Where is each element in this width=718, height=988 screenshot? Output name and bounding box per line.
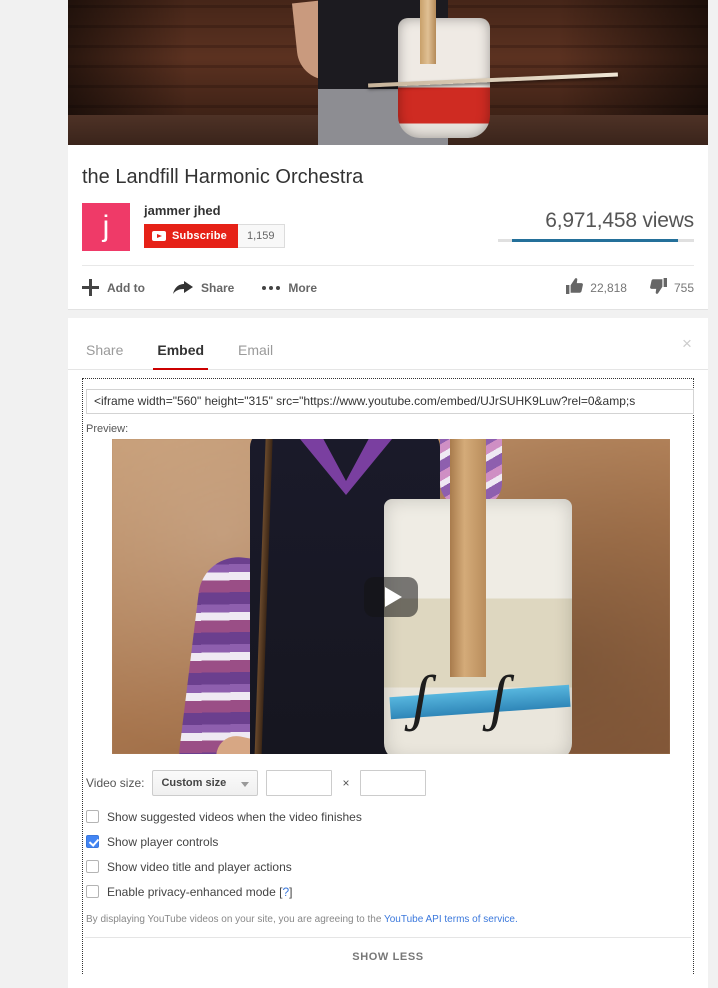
checkbox-show-player-controls[interactable] bbox=[86, 835, 99, 848]
option-label-privacy: Enable privacy-enhanced mode [?] bbox=[107, 884, 293, 899]
subscribe-button[interactable]: Subscribe bbox=[144, 224, 238, 248]
cello-neck bbox=[420, 0, 436, 64]
checkbox-show-suggested-videos[interactable] bbox=[86, 810, 99, 823]
option-label: Show player controls bbox=[107, 834, 219, 849]
checkbox-show-video-title[interactable] bbox=[86, 860, 99, 873]
preview-violin-neck bbox=[450, 439, 486, 677]
option-show-player-controls[interactable]: Show player controls bbox=[86, 829, 691, 854]
next-section-placeholder bbox=[68, 975, 708, 988]
dislike-button[interactable]: 755 bbox=[650, 277, 694, 299]
plus-icon bbox=[82, 279, 99, 296]
preview-f-hole-right: ʃ bbox=[490, 664, 508, 732]
main-column: the Landfill Harmonic Orchestra j jammer… bbox=[68, 0, 708, 976]
option-label: Show video title and player actions bbox=[107, 859, 292, 874]
option-label: Show suggested videos when the video fin… bbox=[107, 809, 362, 824]
subscriber-count[interactable]: 1,159 bbox=[238, 224, 285, 248]
embed-code-input[interactable]: <iframe width="560" height="315" src="ht… bbox=[86, 389, 694, 414]
like-count: 22,818 bbox=[590, 281, 627, 295]
more-dots-icon bbox=[262, 285, 281, 290]
tab-share[interactable]: Share bbox=[82, 336, 127, 370]
more-button[interactable]: More bbox=[262, 281, 317, 295]
views-block: 6,971,458 views bbox=[484, 209, 694, 242]
preview-label: Preview: bbox=[86, 423, 129, 435]
checkbox-privacy-enhanced-mode[interactable] bbox=[86, 885, 99, 898]
width-input[interactable] bbox=[266, 770, 333, 796]
youtube-watch-page: the Landfill Harmonic Orchestra j jammer… bbox=[0, 0, 718, 988]
embed-preview-player[interactable]: ʃ ʃ bbox=[112, 439, 670, 754]
tos-link[interactable]: YouTube API terms of service. bbox=[384, 914, 518, 925]
option-show-suggested-videos[interactable]: Show suggested videos when the video fin… bbox=[86, 804, 691, 829]
terms-of-service-text: By displaying YouTube videos on your sit… bbox=[86, 914, 691, 925]
page-title: the Landfill Harmonic Orchestra bbox=[82, 166, 364, 188]
video-size-row: Video size: Custom size × bbox=[86, 770, 691, 796]
video-size-label: Video size: bbox=[86, 776, 145, 790]
dislike-count: 755 bbox=[673, 281, 694, 295]
rating-group: 22,818 755 bbox=[550, 266, 694, 310]
embed-options-list: Show suggested videos when the video fin… bbox=[86, 804, 691, 904]
action-bar: Add to Share More 22,818 755 bbox=[82, 265, 694, 309]
share-button[interactable]: Share bbox=[173, 280, 235, 295]
close-icon[interactable]: × bbox=[678, 334, 696, 352]
option-show-video-title[interactable]: Show video title and player actions bbox=[86, 854, 691, 879]
play-button-icon[interactable] bbox=[364, 576, 418, 617]
option-privacy-enhanced-mode[interactable]: Enable privacy-enhanced mode [?] bbox=[86, 879, 691, 904]
tab-embed[interactable]: Embed bbox=[153, 336, 209, 370]
like-ratio-bar bbox=[498, 239, 694, 242]
video-size-selected: Custom size bbox=[161, 777, 227, 789]
view-count: 6,971,458 views bbox=[545, 209, 694, 232]
owner-info: jammer jhed Subscribe 1,159 bbox=[144, 203, 285, 248]
avatar[interactable]: j bbox=[82, 203, 130, 251]
add-to-label: Add to bbox=[107, 280, 145, 295]
like-button[interactable]: 22,818 bbox=[566, 277, 627, 299]
share-label: Share bbox=[201, 280, 235, 295]
show-less-button[interactable]: SHOW LESS bbox=[85, 937, 691, 975]
embed-content: <iframe width="560" height="315" src="ht… bbox=[83, 389, 694, 975]
preview-f-hole-left: ʃ bbox=[412, 664, 430, 732]
owner-row: j jammer jhed Subscribe 1,159 6,971,458 … bbox=[82, 203, 694, 251]
thumbs-down-icon bbox=[650, 277, 667, 299]
share-tabs: Share Embed Email bbox=[68, 318, 708, 370]
subscribe-group: Subscribe 1,159 bbox=[144, 224, 285, 248]
video-metadata-card: the Landfill Harmonic Orchestra j jammer… bbox=[68, 145, 708, 310]
embed-focus-region: <iframe width="560" height="315" src="ht… bbox=[82, 378, 694, 976]
youtube-play-icon bbox=[152, 231, 166, 241]
add-to-button[interactable]: Add to bbox=[82, 279, 145, 296]
thumbs-up-icon bbox=[566, 277, 584, 299]
share-arrow-icon bbox=[173, 280, 193, 295]
tab-email[interactable]: Email bbox=[234, 336, 277, 370]
channel-name[interactable]: jammer jhed bbox=[144, 203, 285, 218]
tos-prefix: By displaying YouTube videos on your sit… bbox=[86, 914, 384, 925]
subscribe-label: Subscribe bbox=[172, 230, 227, 242]
size-separator: × bbox=[342, 776, 350, 790]
help-link[interactable]: ? bbox=[282, 885, 289, 899]
video-player[interactable] bbox=[68, 0, 708, 145]
chevron-down-icon bbox=[241, 782, 250, 787]
share-panel: × Share Embed Email <iframe width="560" … bbox=[68, 318, 708, 976]
more-label: More bbox=[288, 280, 318, 295]
height-input[interactable] bbox=[359, 770, 426, 796]
video-size-select[interactable]: Custom size bbox=[152, 770, 259, 796]
